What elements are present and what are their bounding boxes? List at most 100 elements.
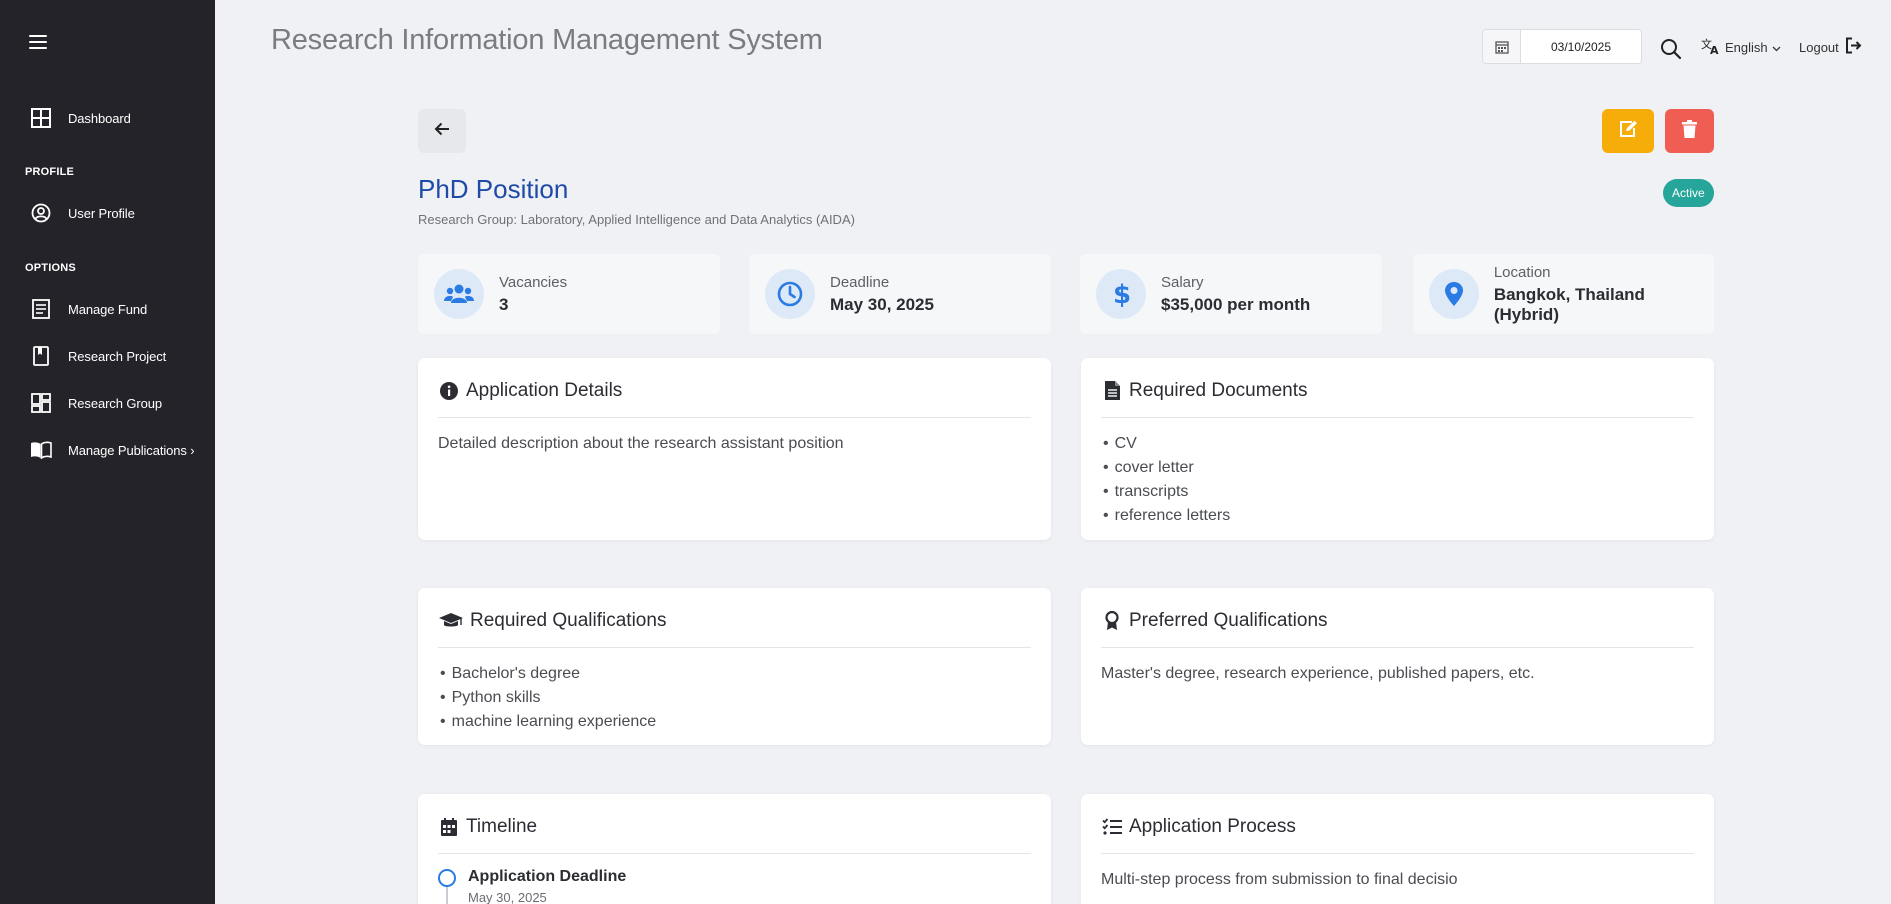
list-item: • CV xyxy=(1103,435,1137,452)
card-title: Timeline xyxy=(466,815,538,837)
card-required-qualifications: Required Qualifications • Bachelor's degr… xyxy=(418,588,1051,745)
list-item: • Python skills xyxy=(440,689,541,706)
edit-icon xyxy=(1618,120,1638,143)
logout-label: Logout xyxy=(1799,39,1839,55)
svg-text:$: $ xyxy=(1113,280,1130,308)
sidebar-item-label: Research Project xyxy=(68,348,167,364)
card-header: Timeline xyxy=(438,812,1031,854)
map-pin-icon xyxy=(1429,269,1479,319)
sidebar-item-research-project[interactable]: Research Project xyxy=(30,343,166,369)
card-body: Application Deadline May 30, 2025 xyxy=(438,854,1031,904)
stat-card-deadline: Deadline May 30, 2025 xyxy=(749,254,1051,334)
chevron-down-icon xyxy=(1772,40,1781,55)
stat-card-vacancies: Vacancies 3 xyxy=(418,254,720,334)
search-icon[interactable] xyxy=(1660,38,1682,60)
list-item: • transcripts xyxy=(1103,483,1189,500)
date-value[interactable]: 03/10/2025 xyxy=(1521,30,1641,63)
stat-value: 3 xyxy=(499,294,509,314)
card-header: Application Details xyxy=(438,376,1031,418)
page-title: PhD Position xyxy=(418,174,569,204)
stat-label: Deadline xyxy=(830,273,890,291)
card-header: Application Process xyxy=(1101,812,1694,854)
card-header: Required Documents xyxy=(1101,376,1694,418)
card-header: Preferred Qualifications xyxy=(1101,606,1694,648)
stat-card-location: Location Bangkok, Thailand (Hybrid) xyxy=(1413,254,1714,334)
list-item: • machine learning experience xyxy=(440,713,657,730)
clock-icon xyxy=(765,269,815,319)
stat-card-salary: $ Salary $35,000 per month xyxy=(1080,254,1382,334)
calendar-icon xyxy=(438,816,460,838)
date-picker[interactable]: 03/10/2025 xyxy=(1482,29,1642,64)
info-circle-icon xyxy=(438,380,460,402)
app-title: Research Information Management System xyxy=(271,24,823,56)
logout-icon xyxy=(1845,37,1862,57)
translate-icon: 文A xyxy=(1701,37,1721,58)
grid-dashboard-icon xyxy=(30,392,52,414)
sidebar-item-label: Manage Publications › xyxy=(68,442,195,458)
user-circle-icon xyxy=(30,202,52,224)
stat-value: $35,000 per month xyxy=(1161,294,1311,314)
card-preferred-qualifications: Preferred Qualifications Master's degree… xyxy=(1081,588,1714,745)
award-icon xyxy=(1101,610,1123,632)
timeline-dot xyxy=(438,869,456,904)
arrow-left-icon xyxy=(434,122,450,141)
card-body: Multi-step process from submission to fi… xyxy=(1101,871,1458,888)
sidebar-section-options: OPTIONS xyxy=(25,262,76,274)
sidebar-item-label: User Profile xyxy=(68,205,135,221)
calendar-icon[interactable] xyxy=(1483,30,1521,63)
sidebar-item-label: Dashboard xyxy=(68,110,131,126)
sidebar-item-label: Manage Fund xyxy=(68,301,148,317)
sidebar-item-dashboard[interactable]: Dashboard xyxy=(30,105,131,131)
svg-text:A: A xyxy=(1710,44,1719,55)
timeline-item: Application Deadline May 30, 2025 xyxy=(438,866,1031,904)
open-book-icon xyxy=(30,439,52,461)
sidebar: Dashboard PROFILE User Profile OPTIONS M… xyxy=(0,0,215,904)
list-item: • Bachelor's degree xyxy=(440,665,581,682)
card-title: Application Details xyxy=(466,379,623,401)
edit-button[interactable] xyxy=(1602,109,1654,153)
stat-label: Location xyxy=(1493,263,1551,281)
card-required-documents: Required Documents • CV • cover letter • tr… xyxy=(1081,358,1714,540)
users-icon xyxy=(434,269,484,319)
delete-button[interactable] xyxy=(1665,109,1714,153)
card-body: • Bachelor's degree • Python skills • machi… xyxy=(438,648,1031,734)
sidebar-item-manage-fund[interactable]: Manage Fund xyxy=(30,296,147,322)
card-title: Required Qualifications xyxy=(470,609,667,631)
sidebar-item-label: Research Group xyxy=(68,395,162,411)
dollar-icon: $ xyxy=(1096,269,1146,319)
card-application-process: Application Process Multi-step process f… xyxy=(1081,794,1714,904)
trash-icon xyxy=(1682,119,1697,143)
sidebar-item-research-group[interactable]: Research Group xyxy=(30,390,162,416)
status-badge: Active xyxy=(1663,179,1714,207)
list-item: • cover letter xyxy=(1103,459,1194,476)
card-header: Required Qualifications xyxy=(438,606,1031,648)
timeline-item-date: May 30, 2025 xyxy=(468,890,547,904)
card-title: Preferred Qualifications xyxy=(1129,609,1328,631)
stat-label: Vacancies xyxy=(499,273,568,291)
language-selector[interactable]: 文A English xyxy=(1701,37,1781,58)
document-list-icon xyxy=(30,298,52,320)
list-item: • reference letters xyxy=(1103,507,1231,524)
language-label: English xyxy=(1725,40,1768,55)
stat-value: Bangkok, Thailand (Hybrid) xyxy=(1493,284,1645,324)
card-body: Master's degree, research experience, pu… xyxy=(1101,665,1535,682)
back-button[interactable] xyxy=(418,109,466,153)
dashboard-icon xyxy=(30,107,52,129)
sidebar-item-user-profile[interactable]: User Profile xyxy=(30,200,135,226)
card-timeline: Timeline Application Deadline May 30, 20… xyxy=(418,794,1051,904)
checklist-icon xyxy=(1101,816,1123,838)
file-text-icon xyxy=(1101,380,1123,402)
card-body: • CV • cover letter • transcripts • referenc… xyxy=(1101,418,1694,528)
timeline-item-title: Application Deadline xyxy=(468,868,627,885)
card-application-details: Application Details Detailed description… xyxy=(418,358,1051,540)
sidebar-section-profile: PROFILE xyxy=(25,166,75,178)
book-icon xyxy=(30,345,52,367)
logout-button[interactable]: Logout xyxy=(1799,37,1862,57)
card-title: Required Documents xyxy=(1129,379,1308,401)
stat-label: Salary xyxy=(1161,273,1204,291)
sidebar-item-manage-publications[interactable]: Manage Publications › xyxy=(30,437,195,463)
menu-toggle-icon[interactable] xyxy=(29,35,47,49)
stat-value: May 30, 2025 xyxy=(830,294,934,314)
research-group-subtitle: Research Group: Laboratory, Applied Inte… xyxy=(418,212,855,227)
card-body: Detailed description about the research … xyxy=(438,435,844,452)
